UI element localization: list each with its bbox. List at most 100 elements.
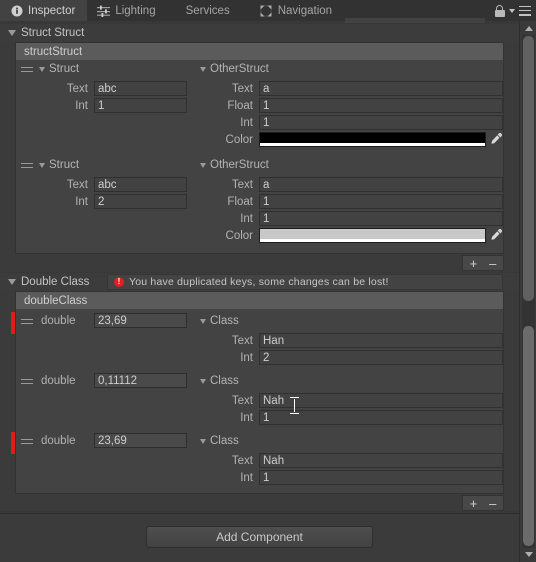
- field-input-text[interactable]: a: [259, 81, 503, 96]
- duplicate-key-indicator: [11, 432, 15, 454]
- tab-bar-actions: [494, 0, 536, 21]
- field-input-int[interactable]: 1: [94, 98, 187, 113]
- foldout-arrow-icon[interactable]: [200, 66, 206, 72]
- duplicate-keys-warning: ! You have duplicated keys, some changes…: [107, 274, 503, 290]
- struct-name: OtherStruct: [210, 63, 269, 75]
- key-input[interactable]: 23,69: [94, 433, 187, 448]
- field-label-float: Float: [227, 100, 253, 112]
- struct-foldout-right-1[interactable]: OtherStruct: [200, 159, 269, 171]
- class-foldout-0[interactable]: Class: [200, 315, 239, 327]
- drag-handle[interactable]: [21, 163, 33, 172]
- drag-handle[interactable]: [21, 67, 33, 76]
- component-body-double-class: doubleClass double 23,69 Class Text Han …: [0, 291, 519, 511]
- field-input-int[interactable]: 2: [94, 194, 187, 209]
- add-element-button[interactable]: +: [470, 497, 478, 510]
- key-input[interactable]: 0,11112: [94, 373, 187, 388]
- tab-navigation[interactable]: Navigation: [250, 0, 344, 21]
- struct-name: OtherStruct: [210, 159, 269, 171]
- eyedropper-icon[interactable]: [489, 132, 503, 146]
- tab-inspector[interactable]: Inspector: [0, 0, 88, 21]
- list-add-remove-bar-doubleclass: + –: [462, 495, 504, 511]
- foldout-arrow-icon[interactable]: [39, 66, 45, 72]
- key-input[interactable]: 23,69: [94, 313, 187, 328]
- tab-lighting[interactable]: Lighting: [87, 0, 167, 21]
- scrollbar-thumb-lower[interactable]: [523, 326, 534, 546]
- chevron-down-icon[interactable]: [509, 8, 515, 13]
- foldout-arrow-icon[interactable]: [200, 378, 206, 384]
- drag-handle[interactable]: [21, 379, 33, 388]
- drag-handle[interactable]: [21, 439, 33, 448]
- field-label-text: Text: [66, 83, 88, 95]
- component-title: Double Class: [21, 276, 90, 288]
- field-input-text[interactable]: Nah: [259, 453, 503, 468]
- eyedropper-icon[interactable]: [489, 228, 503, 242]
- scroll-up-arrow-icon[interactable]: [522, 22, 535, 35]
- color-alpha-bar: [260, 143, 485, 146]
- drag-handle[interactable]: [21, 319, 33, 328]
- remove-element-button[interactable]: –: [489, 497, 496, 510]
- field-input-int[interactable]: 1: [259, 211, 503, 226]
- component-title: Struct Struct: [21, 27, 85, 39]
- class-name: Class: [210, 435, 239, 447]
- field-label-int: Int: [240, 117, 253, 129]
- color-field[interactable]: [259, 228, 486, 243]
- foldout-arrow-icon[interactable]: [200, 162, 206, 168]
- field-input-int[interactable]: 1: [259, 115, 503, 130]
- add-component-zone: Add Component: [0, 513, 519, 562]
- field-label-int: Int: [240, 213, 253, 225]
- color-field[interactable]: [259, 132, 486, 147]
- field-input-text[interactable]: abc: [94, 81, 187, 96]
- list-add-remove-bar-struct: + –: [462, 255, 504, 271]
- struct-foldout-right-0[interactable]: OtherStruct: [200, 63, 269, 75]
- field-label-text: Text: [231, 335, 253, 347]
- field-input-int[interactable]: 2: [259, 350, 503, 365]
- field-label-float: Float: [227, 196, 253, 208]
- tab-services[interactable]: Services: [168, 0, 250, 21]
- remove-element-button[interactable]: –: [489, 257, 496, 270]
- text-cursor: [290, 397, 299, 414]
- scrollbar-thumb[interactable]: [523, 36, 534, 301]
- component-header-struct-struct[interactable]: Struct Struct: [0, 24, 519, 43]
- foldout-arrow-icon[interactable]: [200, 438, 206, 444]
- warning-text: You have duplicated keys, some changes c…: [129, 276, 389, 288]
- info-icon: [10, 4, 23, 17]
- field-input-float[interactable]: 1: [259, 98, 503, 113]
- color-alpha-bar: [260, 239, 485, 242]
- foldout-arrow-icon[interactable]: [200, 318, 206, 324]
- hamburger-menu-icon[interactable]: [519, 5, 531, 16]
- tab-label: Lighting: [115, 4, 156, 17]
- field-input-text[interactable]: abc: [94, 177, 187, 192]
- component-body-struct-struct: structStruct Struct Text abc Int 1 Other…: [0, 42, 519, 272]
- struct-foldout-left-1[interactable]: Struct: [39, 159, 79, 171]
- add-element-button[interactable]: +: [470, 257, 478, 270]
- list-title-structstruct: structStruct: [16, 43, 503, 60]
- field-label-text: Text: [231, 179, 253, 191]
- field-input-int[interactable]: 1: [259, 470, 503, 485]
- field-label-text: Text: [231, 83, 253, 95]
- field-input-text[interactable]: a: [259, 177, 503, 192]
- class-foldout-1[interactable]: Class: [200, 375, 239, 387]
- key-label: double: [41, 435, 76, 447]
- class-name: Class: [210, 375, 239, 387]
- foldout-arrow-icon[interactable]: [39, 162, 45, 168]
- key-label: double: [41, 315, 76, 327]
- field-label-int: Int: [240, 412, 253, 424]
- navigation-icon: [260, 4, 273, 17]
- tab-label: Services: [185, 4, 230, 17]
- foldout-arrow-icon[interactable]: [8, 279, 16, 285]
- vertical-scrollbar[interactable]: [519, 21, 536, 562]
- field-label-int: Int: [240, 352, 253, 364]
- field-label-text: Text: [231, 395, 253, 407]
- field-label-text: Text: [66, 179, 88, 191]
- foldout-arrow-icon[interactable]: [8, 30, 16, 36]
- field-input-text[interactable]: Han: [259, 333, 503, 348]
- field-input-float[interactable]: 1: [259, 194, 503, 209]
- key-label: double: [41, 375, 76, 387]
- struct-foldout-left-0[interactable]: Struct: [39, 63, 79, 75]
- tab-overflow-notch: [345, 18, 485, 23]
- add-component-button[interactable]: Add Component: [146, 526, 373, 548]
- lock-icon[interactable]: [494, 4, 505, 17]
- class-foldout-2[interactable]: Class: [200, 435, 239, 447]
- scroll-down-arrow-icon[interactable]: [522, 548, 535, 561]
- duplicate-key-indicator: [11, 312, 15, 334]
